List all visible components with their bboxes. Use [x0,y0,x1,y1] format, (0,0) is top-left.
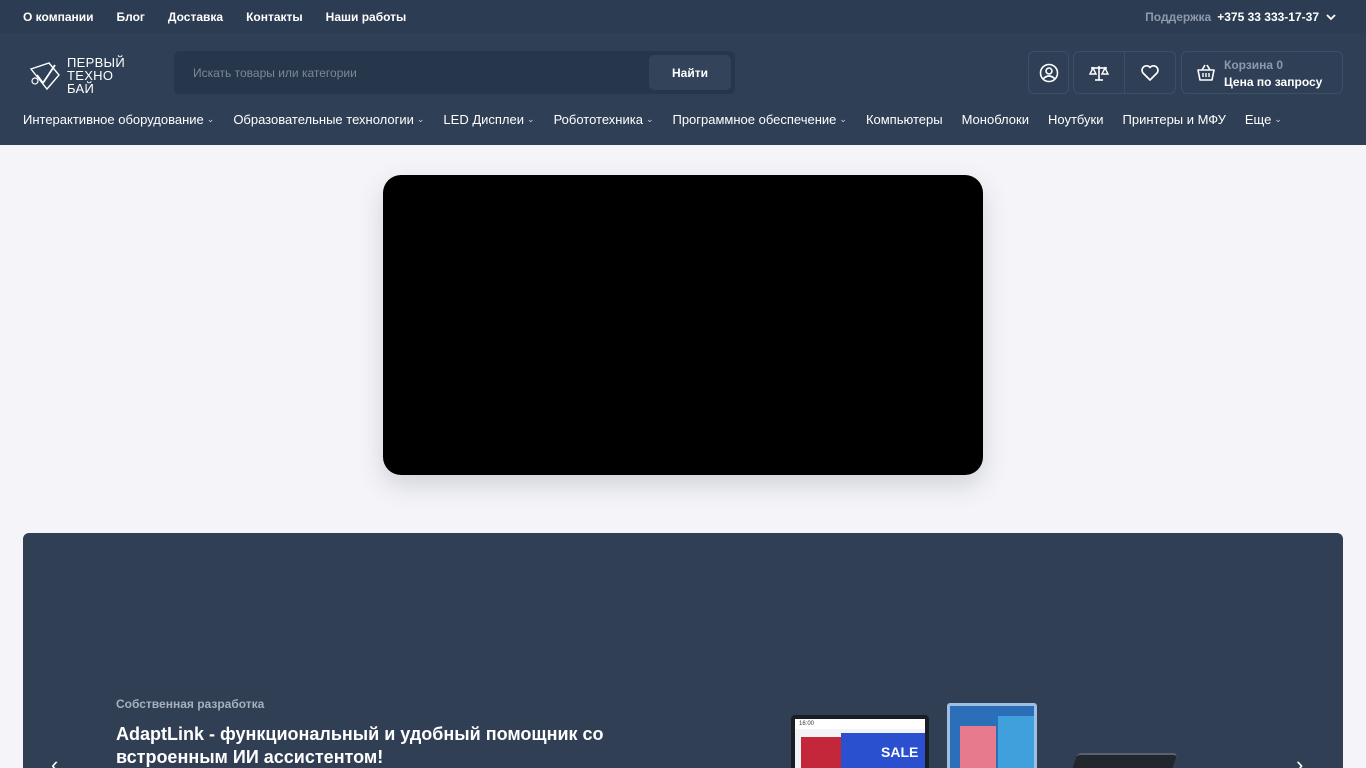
device-time: 16:00 [795,719,925,729]
box-graphic [960,726,996,768]
top-bar: О компании Блог Доставка Контакты Наши р… [0,0,1366,33]
chevron-left-icon[interactable]: ‹ [51,752,58,768]
nav-item-led[interactable]: LED Дисплеи ⌄ [443,112,534,127]
compare-favorites-box [1073,51,1176,94]
logo-text: ПЕРВЫЙ ТЕХНО БАЙ [67,56,125,95]
nav-item-education[interactable]: Образовательные технологии ⌄ [233,112,424,127]
logo[interactable]: ПЕРВЫЙ ТЕХНО БАЙ [27,53,137,97]
chevron-down-icon: ⌄ [1274,113,1282,124]
nav-label: Интерактивное оборудование [23,111,204,127]
logo-icon [29,62,60,91]
box-graphic [998,716,1034,768]
chevron-down-icon: ⌄ [527,113,535,124]
chevron-down-icon: ⌄ [645,113,654,124]
account-box [1028,51,1069,94]
logo-line-2: ТЕХНО [67,67,114,83]
user-icon [1039,63,1058,82]
nav-label: Моноблоки [961,111,1029,127]
top-link-works[interactable]: Наши работы [326,10,407,24]
promo-banner[interactable]: ‹ Собственная разработка AdaptLink - фун… [23,533,1343,768]
video-player[interactable] [383,175,983,475]
chevron-down-icon: ⌄ [839,113,847,124]
nav-label: Ноутбуки [1047,111,1104,127]
support-phone[interactable]: +375 33 333-17-37 [1217,10,1319,24]
account-button[interactable] [1029,52,1068,93]
top-links: О компании Блог Доставка Контакты Наши р… [23,0,406,33]
nav-item-interactive[interactable]: Интерактивное оборудование ⌄ [23,112,214,127]
nav-label: Образовательные технологии [233,111,414,127]
cart-label: Корзина 0 [1224,58,1284,72]
support-label: Поддержка [1145,9,1212,24]
nav-label: Программное обеспечение [672,111,837,127]
screen-graphic [801,737,841,768]
top-link-contacts[interactable]: Контакты [246,10,303,24]
chevron-down-icon[interactable] [1325,11,1337,23]
heart-icon [1141,64,1159,81]
support-dropdown[interactable]: Поддержка +375 33 333-17-37 [1145,0,1337,33]
logo-line-1: ПЕРВЫЙ [67,54,126,70]
nav-label: Принтеры и МФУ [1122,111,1226,127]
top-link-blog[interactable]: Блог [117,10,145,24]
compare-button[interactable] [1074,52,1124,93]
nav-item-printers[interactable]: Принтеры и МФУ [1123,112,1226,127]
scales-icon [1088,65,1110,81]
search-input[interactable] [174,51,644,94]
search-bar: Найти [174,51,735,94]
nav-label: Компьютеры [865,111,943,127]
chevron-down-icon: ⌄ [206,113,215,124]
top-link-delivery[interactable]: Доставка [168,10,223,24]
banner-subtitle: Собственная разработка [116,697,265,711]
device-tablet-image: 16:00 SALE [791,715,929,768]
nav-item-laptops[interactable]: Ноутбуки [1048,112,1104,127]
header: ПЕРВЫЙ ТЕХНО БАЙ Найти [0,33,1366,145]
nav-item-computers[interactable]: Компьютеры [866,112,943,127]
nav-label: Робототехника [553,111,643,127]
logo-line-3: БАЙ [67,80,95,96]
top-link-about[interactable]: О компании [23,10,94,24]
sale-text: SALE [881,744,919,760]
nav-item-software[interactable]: Программное обеспечение ⌄ [672,112,846,127]
device-box-image [947,703,1037,768]
chevron-down-icon: ⌄ [416,113,425,124]
cart-price: Цена по запросу [1224,75,1323,89]
favorites-button[interactable] [1125,52,1175,93]
nav-label: LED Дисплеи [443,111,525,127]
nav-label: Еще [1244,111,1272,127]
nav-item-monoblocks[interactable]: Моноблоки [962,112,1029,127]
nav-item-more[interactable]: Еще ⌄ [1245,112,1282,127]
chevron-right-icon[interactable]: › [1296,752,1303,768]
nav-item-robotics[interactable]: Робототехника ⌄ [554,112,654,127]
main-nav: Интерактивное оборудование ⌄ Образователь… [23,109,1301,129]
cart-button[interactable]: Корзина 0 Цена по запросу [1181,51,1343,94]
basket-icon [1197,64,1215,81]
search-button[interactable]: Найти [649,55,731,90]
device-screen: 16:00 SALE [795,719,925,768]
device-stand-image [1064,753,1178,768]
banner-title[interactable]: AdaptLink - функциональный и удобный пом… [116,723,636,768]
